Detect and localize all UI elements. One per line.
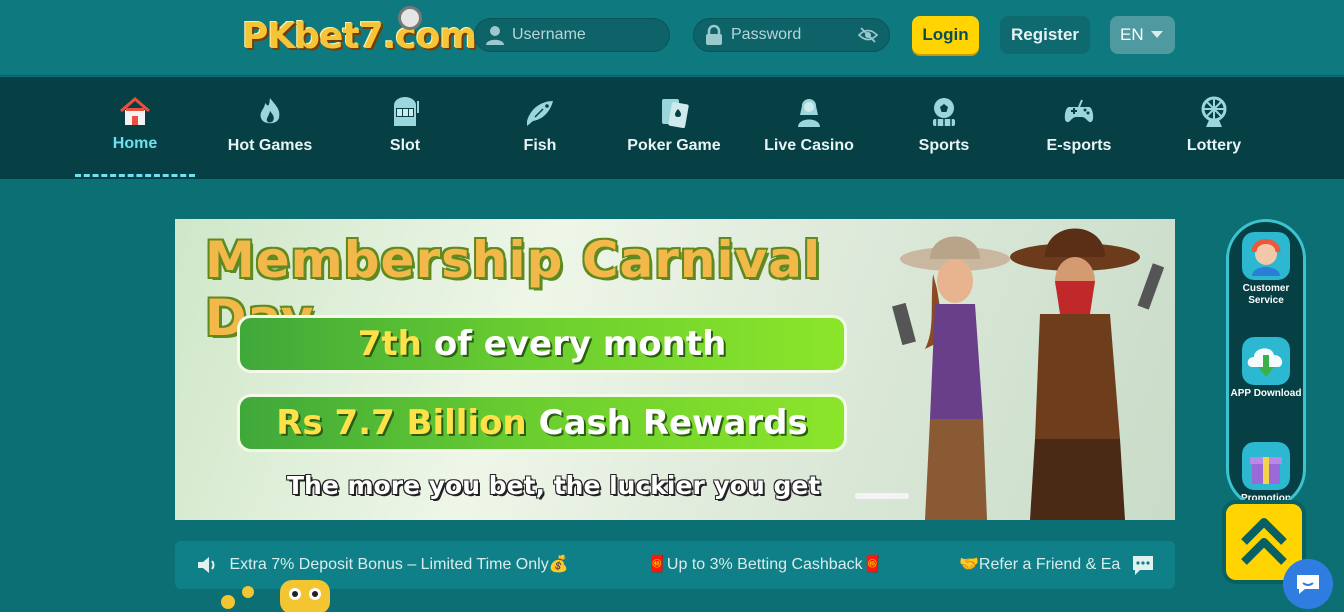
username-input[interactable] [512, 24, 652, 46]
eye-hidden-icon[interactable] [858, 26, 878, 44]
mascot-illustration [221, 580, 330, 612]
marquee-item: 🤝Refer a Friend & Ea [959, 556, 1121, 573]
message-icon[interactable] [1130, 552, 1156, 578]
nav-label: Sports [918, 137, 970, 154]
soccer-ball-icon [933, 98, 955, 126]
dealer-icon [798, 99, 820, 127]
nav-label: Live Casino [764, 137, 854, 154]
marquee-item: 🧧Up to 3% Betting Cashback🧧 [647, 556, 883, 573]
banner-subtitle: The more you bet, the luckier you get [287, 471, 821, 500]
nav-item-fish[interactable]: Fish [480, 77, 600, 179]
promo-banner[interactable]: Membership Carnival Day 7th of every mon… [175, 219, 1175, 520]
side-item-label: APP Download [1230, 388, 1302, 399]
nav-item-slot[interactable]: Slot [345, 77, 465, 179]
language-select[interactable]: EN [1110, 16, 1175, 54]
poker-card-icon [662, 99, 689, 129]
top-header: PKbet7.com Login Register EN [0, 0, 1344, 76]
floating-side-panel: Customer Service APP Download Promotion [1226, 219, 1306, 509]
banner-line-2-highlight: Rs 7.7 Billion [276, 403, 527, 443]
password-field[interactable] [693, 18, 890, 52]
live-chat-button[interactable] [1283, 559, 1333, 609]
chevron-down-icon [1151, 31, 1163, 38]
nav-label: E-sports [1046, 137, 1112, 154]
nav-item-e-sports[interactable]: E-sports [1019, 77, 1139, 179]
banner-line-1-highlight: 7th [357, 324, 422, 364]
username-field[interactable] [474, 18, 670, 52]
register-button[interactable]: Register [1000, 16, 1090, 54]
user-icon [486, 26, 504, 45]
customer-service-icon [1242, 232, 1290, 280]
active-tab-indicator [75, 174, 195, 177]
nav-item-live-casino[interactable]: Live Casino [749, 77, 869, 179]
flame-icon [260, 98, 280, 124]
nav-label: Fish [523, 137, 557, 154]
gamepad-icon [1064, 99, 1094, 123]
lottery-wheel-icon [1201, 96, 1227, 127]
speaker-icon [198, 557, 215, 573]
fish-icon [527, 101, 553, 126]
promotion-gift-icon [1242, 442, 1290, 490]
app-download-button[interactable]: APP Download [1229, 337, 1303, 400]
lock-icon [706, 24, 722, 45]
banner-line-1: 7th of every month [237, 315, 847, 373]
nav-item-sports[interactable]: Sports [884, 77, 1004, 179]
side-item-label: Customer Service [1242, 283, 1290, 306]
language-label: EN [1120, 25, 1144, 44]
logo-chip-icon [398, 6, 422, 30]
nav-item-poker-game[interactable]: Poker Game [614, 77, 734, 179]
chat-bubble-icon [1297, 575, 1319, 594]
promotion-button[interactable]: Promotion [1229, 442, 1303, 505]
nav-label: Poker Game [627, 137, 721, 154]
banner-line-2-text: Cash Rewards [538, 403, 808, 443]
cowboys-illustration [892, 228, 1165, 520]
nav-item-hot-games[interactable]: Hot Games [210, 77, 330, 179]
nav-label: Slot [389, 137, 421, 154]
nav-label: Lottery [1186, 137, 1242, 154]
home-icon [120, 97, 150, 125]
customer-service-button[interactable]: Customer Service [1229, 232, 1303, 307]
main-nav: Home Hot Games Slot Fish Poker Game Live… [0, 77, 1344, 179]
banner-line-2: Rs 7.7 Billion Cash Rewards [237, 394, 847, 452]
nav-item-home[interactable]: Home [75, 77, 195, 179]
password-input[interactable] [731, 24, 871, 46]
slot-machine-icon [394, 97, 419, 126]
login-button[interactable]: Login [912, 16, 979, 54]
app-download-icon [1242, 337, 1290, 385]
banner-line-1-text: of every month [433, 324, 727, 364]
site-logo[interactable]: PKbet7.com [242, 12, 477, 62]
nav-label: Home [112, 135, 158, 152]
nav-item-lottery[interactable]: Lottery [1154, 77, 1274, 179]
nav-label: Hot Games [227, 137, 313, 154]
